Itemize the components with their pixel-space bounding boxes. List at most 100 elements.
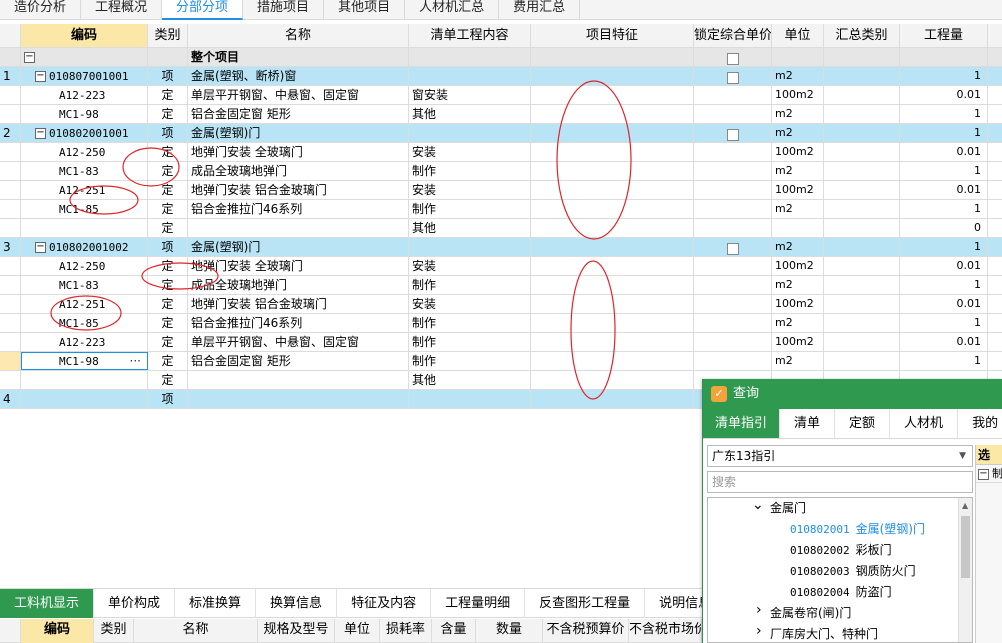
unit-cell[interactable]: m2	[772, 238, 824, 256]
name-cell[interactable]: 单层平开钢窗、中悬窗、固定窗	[188, 86, 409, 104]
feature-cell[interactable]	[531, 390, 694, 408]
unit-cell[interactable]	[772, 219, 824, 237]
feature-cell[interactable]	[531, 276, 694, 294]
result-row[interactable]: − 制	[976, 465, 1002, 483]
detail-header-content[interactable]: 含量	[432, 619, 476, 643]
feature-cell[interactable]	[531, 295, 694, 313]
unit-cell[interactable]: m2	[772, 162, 824, 180]
column-header-code[interactable]: 编码	[21, 24, 148, 47]
code-cell[interactable]: A12-250	[21, 143, 148, 161]
tab-labor-material-display[interactable]: 工料机显示	[0, 589, 95, 618]
feature-cell[interactable]	[531, 181, 694, 199]
category-cell[interactable]	[824, 200, 900, 218]
category-cell[interactable]	[824, 295, 900, 313]
quantity-cell[interactable]: 1	[900, 67, 988, 85]
content-cell[interactable]: 制作	[409, 200, 531, 218]
quantity-cell[interactable]: 1	[900, 124, 988, 142]
feature-cell[interactable]	[531, 238, 694, 256]
content-cell[interactable]: 安装	[409, 295, 531, 313]
tree-node-category[interactable]: › 厂库房大门、特种门	[708, 623, 972, 642]
feature-cell[interactable]	[531, 257, 694, 275]
content-cell[interactable]: 制作	[409, 276, 531, 294]
detail-header-unit[interactable]: 单位	[335, 619, 380, 643]
feature-cell[interactable]	[531, 105, 694, 123]
tab-project-overview[interactable]: 工程概况	[81, 0, 163, 20]
quantity-cell[interactable]: 0	[900, 219, 988, 237]
content-cell[interactable]: 其他	[409, 105, 531, 123]
code-cell[interactable]: A12-223	[21, 86, 148, 104]
feature-cell[interactable]	[531, 67, 694, 85]
chevron-down-icon[interactable]: ⌄	[752, 498, 764, 516]
type-cell[interactable]: 定	[148, 86, 188, 104]
detail-header-code[interactable]: 编码	[21, 619, 94, 643]
feature-cell[interactable]	[531, 314, 694, 332]
tab-conversion-info[interactable]: 换算信息	[256, 589, 338, 618]
category-cell[interactable]	[824, 314, 900, 332]
type-cell[interactable]: 项	[148, 238, 188, 256]
tab-features-content[interactable]: 特征及内容	[337, 589, 432, 618]
dialog-tab-quota[interactable]: 定额	[835, 409, 891, 438]
content-cell[interactable]	[409, 238, 531, 256]
type-cell[interactable]: 项	[148, 67, 188, 85]
type-cell[interactable]: 定	[148, 276, 188, 294]
name-cell[interactable]: 铝合金推拉门46系列	[188, 200, 409, 218]
tab-fee-summary[interactable]: 费用汇总	[499, 0, 581, 20]
tab-sub-items[interactable]: 分部分项	[162, 0, 244, 20]
tab-reverse-graphic-quantity[interactable]: 反查图形工程量	[525, 589, 646, 618]
tree-node-category[interactable]: › 金属卷帘(闸)门	[708, 602, 972, 624]
content-cell[interactable]	[409, 67, 531, 85]
category-cell[interactable]	[824, 181, 900, 199]
column-header-type[interactable]: 类别	[148, 24, 188, 47]
content-cell[interactable]: 其他	[409, 371, 531, 389]
column-header-lock-price[interactable]: 锁定综合单价	[694, 24, 772, 47]
dialog-tab-labor-material[interactable]: 人材机	[890, 409, 959, 438]
quota-row[interactable]: 定 其他 0	[0, 219, 1002, 238]
guide-search-input[interactable]: 搜索	[707, 471, 973, 493]
type-cell[interactable]: 定	[148, 219, 188, 237]
name-cell[interactable]: 铝合金固定窗 矩形	[188, 105, 409, 123]
quota-row[interactable]: A12-251 定地弹门安装 铝合金玻璃门 安装 100m2 0.01	[0, 181, 1002, 200]
column-header-feature[interactable]: 项目特征	[531, 24, 694, 47]
unit-cell[interactable]: m2	[772, 200, 824, 218]
name-cell[interactable]	[188, 219, 409, 237]
code-cell[interactable]: A12-250	[21, 257, 148, 275]
name-cell[interactable]: 铝合金推拉门46系列	[188, 314, 409, 332]
name-cell[interactable]: 成品全玻璃地弹门	[188, 276, 409, 294]
bill-item-row[interactable]: 3−010802001002 项金属(塑钢)门 m2 1	[0, 238, 1002, 257]
column-header-category[interactable]: 汇总类别	[824, 24, 900, 47]
category-cell[interactable]	[824, 105, 900, 123]
code-cell[interactable]	[21, 219, 148, 237]
code-cell[interactable]: A12-223	[21, 333, 148, 351]
quantity-cell[interactable]: 0.01	[900, 86, 988, 104]
detail-header-loss-rate[interactable]: 损耗率	[380, 619, 432, 643]
tab-quantity-detail[interactable]: 工程量明细	[431, 589, 526, 618]
lock-price-checkbox[interactable]	[726, 71, 739, 84]
tree-node-category[interactable]: ⌄ 金属门	[708, 498, 972, 519]
collapse-toggle-icon[interactable]: −	[35, 242, 46, 253]
type-cell[interactable]: 定	[148, 105, 188, 123]
quantity-cell[interactable]: 1	[900, 352, 988, 370]
bill-item-row[interactable]: 1−010807001001 项金属(塑钢、断桥)窗 m2 1	[0, 67, 1002, 86]
quota-row[interactable]: A12-250 定地弹门安装 全玻璃门 安装 100m2 0.01	[0, 257, 1002, 276]
unit-cell[interactable]: 100m2	[772, 257, 824, 275]
dialog-title-bar[interactable]: ✓ 查询	[703, 379, 1002, 409]
type-cell[interactable]: 定	[148, 200, 188, 218]
category-cell[interactable]	[824, 124, 900, 142]
quota-row[interactable]: MC1-98 ··· 定铝合金固定窗 矩形 制作 m2 1	[0, 352, 1002, 371]
quantity-cell[interactable]: 1	[900, 105, 988, 123]
code-cell[interactable]: −010802001002	[21, 238, 148, 256]
name-cell[interactable]: 金属(塑钢)门	[188, 124, 409, 142]
tree-node-bill[interactable]: 010802001 金属(塑钢)门	[708, 519, 972, 540]
quantity-cell[interactable]: 1	[900, 162, 988, 180]
tree-node-bill[interactable]: 010802004 防盗门	[708, 582, 972, 603]
unit-cell[interactable]: m2	[772, 105, 824, 123]
more-options-icon[interactable]: ···	[130, 352, 141, 370]
quantity-cell[interactable]: 1	[900, 200, 988, 218]
feature-cell[interactable]	[531, 333, 694, 351]
content-cell[interactable]	[409, 124, 531, 142]
code-cell[interactable]	[21, 371, 148, 389]
name-cell[interactable]: 地弹门安装 全玻璃门	[188, 143, 409, 161]
category-cell[interactable]	[824, 333, 900, 351]
detail-header-market-price[interactable]: 不含税市场价	[629, 619, 702, 643]
lock-price-checkbox[interactable]	[726, 242, 739, 255]
